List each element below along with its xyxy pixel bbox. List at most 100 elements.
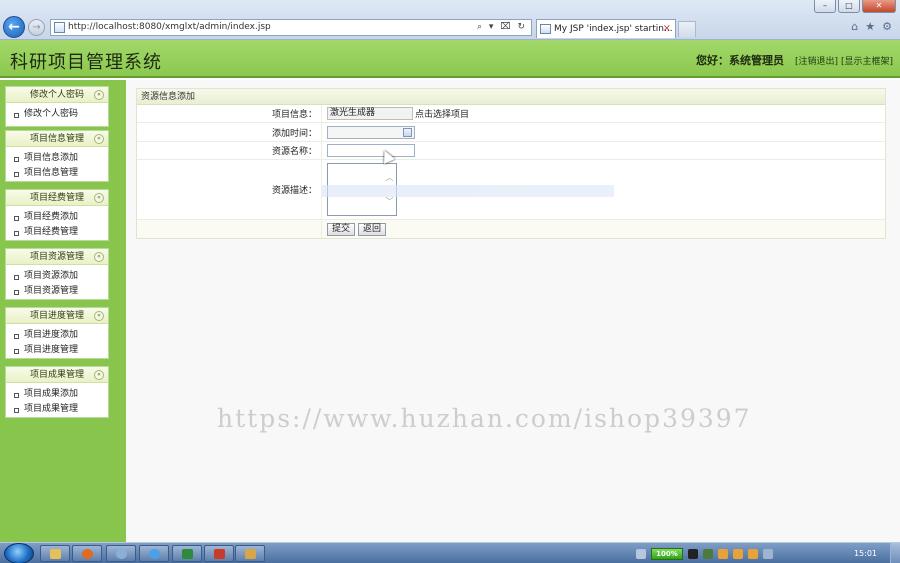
name-label: 资源名称：	[137, 142, 322, 159]
scroll-down-icon[interactable]: ﹀	[385, 197, 394, 206]
keyboard-icon[interactable]	[636, 548, 646, 559]
sidebar-item-funding-add[interactable]: 项目经费添加	[6, 210, 108, 225]
project-field[interactable]: 激光生成器	[327, 107, 413, 120]
collapse-icon[interactable]: «	[94, 134, 104, 144]
sidebar-item-progress-add[interactable]: 项目进度添加	[6, 328, 108, 343]
collapse-icon[interactable]: «	[94, 370, 104, 380]
menu-group-resource: 项目资源管理 « 项目资源添加 项目资源管理	[5, 248, 109, 300]
page-icon	[54, 22, 65, 33]
menu-group-title: 修改个人密码	[29, 90, 84, 100]
browser-icons: ⌂ ★ ⚙	[851, 20, 892, 33]
menu-group-header[interactable]: 项目进度管理 «	[6, 308, 108, 324]
ie-icon	[149, 549, 160, 559]
collapse-icon[interactable]: «	[94, 193, 104, 203]
menu-group-header[interactable]: 修改个人密码 «	[6, 87, 108, 103]
forward-button[interactable]: →	[28, 19, 45, 36]
menu-group-progress: 项目进度管理 « 项目进度添加 项目进度管理	[5, 307, 109, 359]
window-controls: – □ ✕	[814, 0, 896, 13]
resource-name-input[interactable]	[327, 144, 415, 157]
sidebar: 修改个人密码 « 修改个人密码 项目信息管理 « 项目信息添加 项目信息管理 项目经…	[0, 80, 126, 542]
calendar-icon[interactable]	[403, 127, 412, 137]
tab-close-icon[interactable]: ×	[663, 20, 671, 38]
sidebar-item-results-add[interactable]: 项目成果添加	[6, 387, 108, 402]
scroll-up-icon[interactable]: ︿	[385, 173, 394, 182]
collapse-icon[interactable]: «	[94, 311, 104, 321]
taskbar-ie[interactable]	[139, 545, 169, 562]
watermark: https://www.huzhan.com/ishop39397	[217, 404, 752, 433]
signal-icon[interactable]	[763, 548, 773, 559]
project-label: 项目信息：	[137, 105, 322, 122]
menu-group-header[interactable]: 项目信息管理 «	[6, 131, 108, 147]
menu-group-title: 项目信息管理	[29, 134, 84, 144]
tool-icon	[214, 549, 225, 559]
sidebar-item-funding-manage[interactable]: 项目经费管理	[6, 225, 108, 240]
form-row-time: 添加时间：	[137, 123, 885, 142]
address-bar[interactable]: http://localhost:8080/xmglxt/admin/index…	[50, 19, 532, 36]
address-url: http://localhost:8080/xmglxt/admin/index…	[68, 22, 271, 32]
menu-group-results: 项目成果管理 « 项目成果添加 项目成果管理	[5, 366, 109, 418]
resource-add-form: 资源信息添加 项目信息： 激光生成器 点击选择项目 添加时间： 资源名称： 资源…	[136, 88, 886, 239]
taskbar-firefox[interactable]	[72, 545, 102, 562]
menu-group-title: 项目经费管理	[29, 193, 84, 203]
desc-highlight	[322, 185, 614, 197]
back-form-button[interactable]: 返回	[358, 222, 387, 236]
qq-icon[interactable]	[718, 548, 728, 559]
menu-group-title: 项目成果管理	[29, 370, 84, 380]
close-window-button[interactable]: ✕	[862, 0, 896, 13]
clock[interactable]: 15:01	[854, 549, 885, 558]
gear-icon[interactable]: ⚙	[882, 20, 892, 33]
time-label: 添加时间：	[137, 123, 322, 141]
back-button[interactable]: ←	[3, 16, 25, 38]
power-icon[interactable]	[688, 548, 698, 559]
browser-toolbar: – □ ✕ ← → http://localhost:8080/xmglxt/a…	[0, 0, 900, 40]
qq-icon[interactable]	[748, 548, 758, 559]
form-title: 资源信息添加	[137, 89, 885, 105]
main-content: 资源信息添加 项目信息： 激光生成器 点击选择项目 添加时间： 资源名称： 资源…	[126, 80, 900, 542]
home-frame-link[interactable]: [显示主框架]	[841, 54, 893, 67]
form-row-buttons: 提交 返回	[137, 220, 885, 238]
show-desktop-button[interactable]	[890, 543, 900, 563]
menu-group-header[interactable]: 项目经费管理 «	[6, 190, 108, 206]
new-tab-button[interactable]	[678, 21, 696, 37]
select-project-link[interactable]: 点击选择项目	[415, 107, 469, 120]
user-greeting: 您好：系统管理员	[696, 54, 784, 67]
qq-icon[interactable]	[733, 548, 743, 559]
start-button[interactable]	[4, 543, 34, 563]
sidebar-item-progress-manage[interactable]: 项目进度管理	[6, 343, 108, 358]
taskbar-misc[interactable]	[235, 545, 265, 562]
home-icon[interactable]: ⌂	[851, 20, 858, 33]
sidebar-item-resource-manage[interactable]: 项目资源管理	[6, 284, 108, 299]
collapse-icon[interactable]: «	[94, 90, 104, 100]
tab-title: My JSP 'index.jsp' startin...	[554, 24, 673, 34]
menu-group-header[interactable]: 项目资源管理 «	[6, 249, 108, 265]
star-icon[interactable]: ★	[865, 20, 875, 33]
taskbar: 100% 15:01	[0, 542, 900, 563]
submit-button[interactable]: 提交	[327, 222, 356, 236]
form-row-project: 项目信息： 激光生成器 点击选择项目	[137, 105, 885, 123]
menu-group-header[interactable]: 项目成果管理 «	[6, 367, 108, 383]
firefox-icon	[82, 549, 93, 559]
header-links: [注销退出] [显示主框架]	[795, 54, 893, 67]
logout-link[interactable]: [注销退出]	[795, 54, 838, 67]
menu-group-project-info: 项目信息管理 « 项目信息添加 项目信息管理	[5, 130, 109, 182]
taskbar-excel[interactable]	[172, 545, 202, 562]
sidebar-item-results-manage[interactable]: 项目成果管理	[6, 402, 108, 417]
maximize-button[interactable]: □	[838, 0, 860, 13]
sidebar-item-change-password[interactable]: 修改个人密码	[6, 107, 108, 122]
browser-tab[interactable]: My JSP 'index.jsp' startin... ×	[536, 19, 676, 38]
sidebar-item-project-add[interactable]: 项目信息添加	[6, 151, 108, 166]
battery-indicator[interactable]: 100%	[651, 547, 683, 560]
minimize-button[interactable]: –	[814, 0, 836, 13]
taskbar-app[interactable]	[106, 545, 136, 562]
sidebar-item-project-manage[interactable]: 项目信息管理	[6, 166, 108, 181]
taskbar-tool[interactable]	[204, 545, 234, 562]
menu-group-password: 修改个人密码 « 修改个人密码	[5, 86, 109, 127]
address-tools-icon[interactable]: ⌕ ▾ ⌧ ↻	[477, 20, 527, 35]
add-time-field[interactable]	[327, 125, 415, 139]
collapse-icon[interactable]: «	[94, 252, 104, 262]
sidebar-item-resource-add[interactable]: 项目资源添加	[6, 269, 108, 284]
taskbar-explorer[interactable]	[40, 545, 70, 562]
misc-icon	[245, 549, 256, 559]
excel-icon	[182, 549, 193, 559]
network-icon[interactable]	[703, 548, 713, 559]
